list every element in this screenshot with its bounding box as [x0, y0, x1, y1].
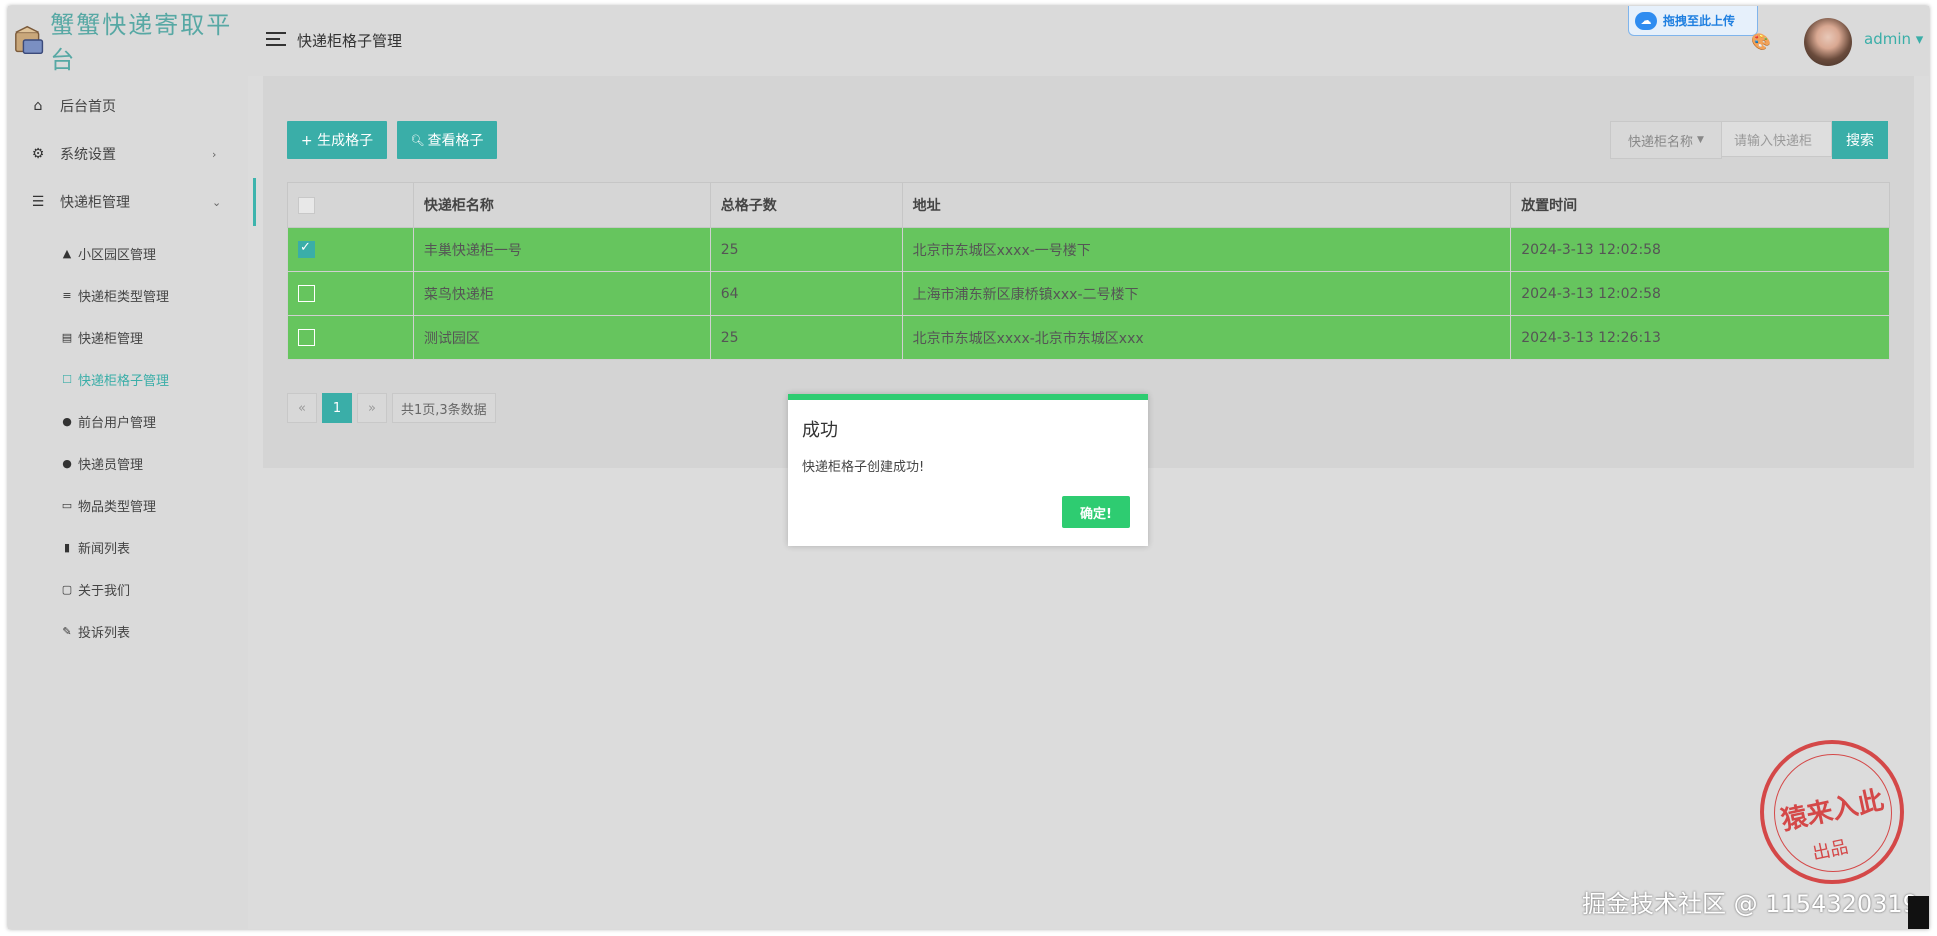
seal-stamp: 猿来入此 出品 [1760, 740, 1904, 884]
dialog-message: 快递柜格子创建成功! [802, 460, 925, 475]
site-watermark: 掘金技术社区 @ 1154320319 [1582, 890, 1918, 918]
success-dialog: 成功 快递柜格子创建成功! 确定! [788, 394, 1148, 546]
corner-resize-handle[interactable] [1908, 896, 1929, 929]
confirm-button[interactable]: 确定! [1062, 496, 1130, 528]
dialog-title: 成功 [802, 420, 838, 441]
app-window: 蟹蟹快递寄取平台 ⌂ 后台首页 ⚙ 系统设置 › ☰ 快递柜管理 ⌄ ▲ 小区园… [8, 6, 1929, 929]
